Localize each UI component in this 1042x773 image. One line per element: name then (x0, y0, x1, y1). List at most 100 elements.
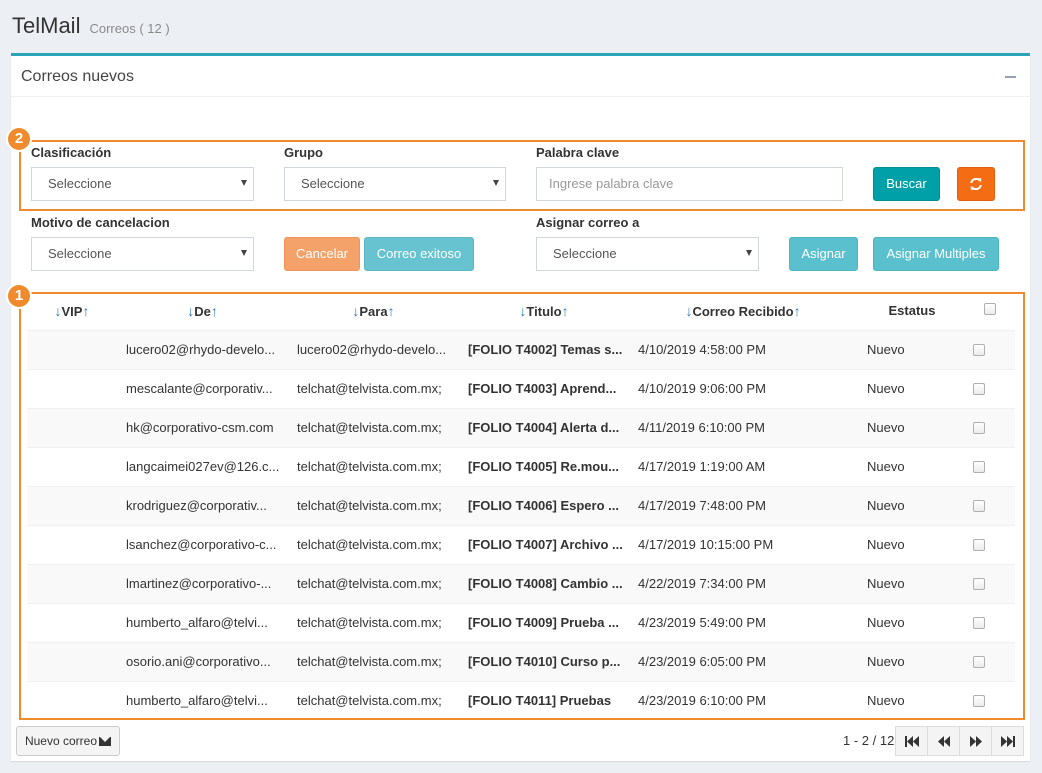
cell-estatus: Nuevo (867, 459, 905, 474)
table-row[interactable]: mescalante@corporativ... telchat@telvista… (27, 369, 1015, 408)
last-page-icon (1001, 736, 1015, 747)
header-vip[interactable]: ↓VIP↑ (27, 292, 117, 330)
pager (895, 726, 1024, 756)
row-checkbox[interactable] (973, 383, 985, 395)
clasificacion-label: Clasificación (31, 145, 112, 160)
keyword-placeholder: Ingrese palabra clave (549, 176, 674, 191)
app-title: TelMail (12, 13, 81, 38)
panel-header: Correos nuevos (11, 56, 1030, 97)
cell-estatus: Nuevo (867, 381, 905, 396)
cell-titulo: [FOLIO T4007] Archivo ... (468, 537, 623, 552)
nuevo-correo-button[interactable]: Nuevo correo (16, 726, 120, 756)
row-checkbox[interactable] (973, 461, 985, 473)
cell-recibido: 4/23/2019 6:05:00 PM (638, 654, 766, 669)
correo-exitoso-button[interactable]: Correo exitoso (364, 237, 474, 271)
chevron-down-icon (241, 180, 247, 186)
row-checkbox[interactable] (973, 539, 985, 551)
sort-down-icon: ↓ (54, 303, 62, 319)
header-correo-recibido[interactable]: ↓Correo Recibido↑ (629, 292, 857, 330)
cell-para: telchat@telvista.com.mx; (297, 654, 442, 669)
last-page-button[interactable] (991, 726, 1024, 756)
header-titulo[interactable]: ↓Titulo↑ (459, 292, 629, 330)
row-checkbox[interactable] (973, 695, 985, 707)
header-de[interactable]: ↓De↑ (117, 292, 288, 330)
row-checkbox[interactable] (973, 617, 985, 629)
cell-recibido: 4/23/2019 5:49:00 PM (638, 615, 766, 630)
cell-para: telchat@telvista.com.mx; (297, 576, 442, 591)
asignar-a-value: Seleccione (553, 246, 617, 261)
next-page-icon (970, 736, 982, 747)
row-checkbox[interactable] (973, 500, 985, 512)
cell-titulo: [FOLIO T4006] Espero ... (468, 498, 619, 513)
cell-estatus: Nuevo (867, 342, 905, 357)
table-row[interactable]: humberto_alfaro@telvi... telchat@telvista… (27, 681, 1015, 720)
table-row[interactable]: humberto_alfaro@telvi... telchat@telvista… (27, 603, 1015, 642)
refresh-button[interactable] (957, 167, 995, 201)
cell-para: lucero02@rhydo-develo... (297, 342, 447, 357)
cell-estatus: Nuevo (867, 615, 905, 630)
motivo-value: Seleccione (48, 246, 112, 261)
header-para[interactable]: ↓Para↑ (288, 292, 459, 330)
cell-de: mescalante@corporativ... (126, 381, 273, 396)
cell-de: krodriguez@corporativ... (126, 498, 267, 513)
select-all-checkbox[interactable] (984, 303, 996, 315)
clasificacion-value: Seleccione (48, 176, 112, 191)
row-checkbox[interactable] (973, 344, 985, 356)
sort-up-icon: ↑ (387, 303, 395, 319)
cell-titulo: [FOLIO T4009] Prueba ... (468, 615, 619, 630)
table-row[interactable]: hk@corporativo-csm.com telchat@telvista.c… (27, 408, 1015, 447)
grupo-select[interactable]: Seleccione (284, 167, 506, 201)
sort-up-icon: ↑ (82, 303, 90, 319)
asignar-a-label: Asignar correo a (536, 215, 640, 230)
table-row[interactable]: lsanchez@corporativo-c... telchat@telvist… (27, 525, 1015, 564)
buscar-button[interactable]: Buscar (873, 167, 940, 201)
cell-titulo: [FOLIO T4002] Temas s... (468, 342, 623, 357)
cell-para: telchat@telvista.com.mx; (297, 498, 442, 513)
cancelar-button[interactable]: Cancelar (284, 237, 360, 271)
cell-para: telchat@telvista.com.mx; (297, 420, 442, 435)
minus-icon[interactable] (1005, 69, 1016, 81)
cell-recibido: 4/22/2019 7:34:00 PM (638, 576, 766, 591)
motivo-label: Motivo de cancelacion (31, 215, 170, 230)
cell-estatus: Nuevo (867, 576, 905, 591)
cell-estatus: Nuevo (867, 498, 905, 513)
palabra-clave-label: Palabra clave (536, 145, 620, 160)
table-row[interactable]: krodriguez@corporativ... telchat@telvista… (27, 486, 1015, 525)
next-page-button[interactable] (959, 726, 992, 756)
cell-de: lsanchez@corporativo-c... (126, 537, 277, 552)
cell-titulo: [FOLIO T4005] Re.mou... (468, 459, 619, 474)
table-row[interactable]: lmartinez@corporativo-... telchat@telvist… (27, 564, 1015, 603)
chevron-down-icon (241, 250, 247, 256)
asignar-multiples-button[interactable]: Asignar Multiples (873, 237, 999, 271)
cell-titulo: [FOLIO T4011] Pruebas (468, 693, 612, 708)
sort-up-icon: ↑ (793, 303, 801, 319)
sort-up-icon: ↑ (561, 303, 569, 319)
asignar-a-select[interactable]: Seleccione (536, 237, 759, 271)
nuevo-correo-label: Nuevo correo (24, 734, 98, 748)
row-checkbox[interactable] (973, 578, 985, 590)
cell-de: humberto_alfaro@telvi... (126, 693, 268, 708)
row-checkbox[interactable] (973, 656, 985, 668)
refresh-icon (970, 177, 982, 191)
table-row[interactable]: osorio.ani@corporativo... telchat@telvist… (27, 642, 1015, 681)
sort-up-icon: ↑ (210, 303, 218, 319)
envelope-icon (99, 737, 112, 746)
previous-page-button[interactable] (927, 726, 960, 756)
keyword-input[interactable]: Ingrese palabra clave (536, 167, 843, 201)
cell-de: hk@corporativo-csm.com (126, 420, 274, 435)
row-checkbox[interactable] (973, 422, 985, 434)
first-page-button[interactable] (895, 726, 928, 756)
asignar-button[interactable]: Asignar (789, 237, 858, 271)
chevron-down-icon (746, 250, 752, 256)
mail-count: Correos ( 12 ) (89, 21, 170, 36)
clasificacion-select[interactable]: Seleccione (31, 167, 254, 201)
motivo-select[interactable]: Seleccione (31, 237, 254, 271)
cell-recibido: 4/10/2019 4:58:00 PM (638, 342, 766, 357)
cell-para: telchat@telvista.com.mx; (297, 537, 442, 552)
chevron-down-icon (493, 180, 499, 186)
cell-de: humberto_alfaro@telvi... (126, 615, 268, 630)
cell-de: osorio.ani@corporativo... (126, 654, 271, 669)
cell-para: telchat@telvista.com.mx; (297, 459, 442, 474)
table-row[interactable]: langcaimei027ev@126.c... telchat@telvista… (27, 447, 1015, 486)
table-row[interactable]: lucero02@rhydo-develo... lucero02@rhydo-d… (27, 330, 1015, 369)
